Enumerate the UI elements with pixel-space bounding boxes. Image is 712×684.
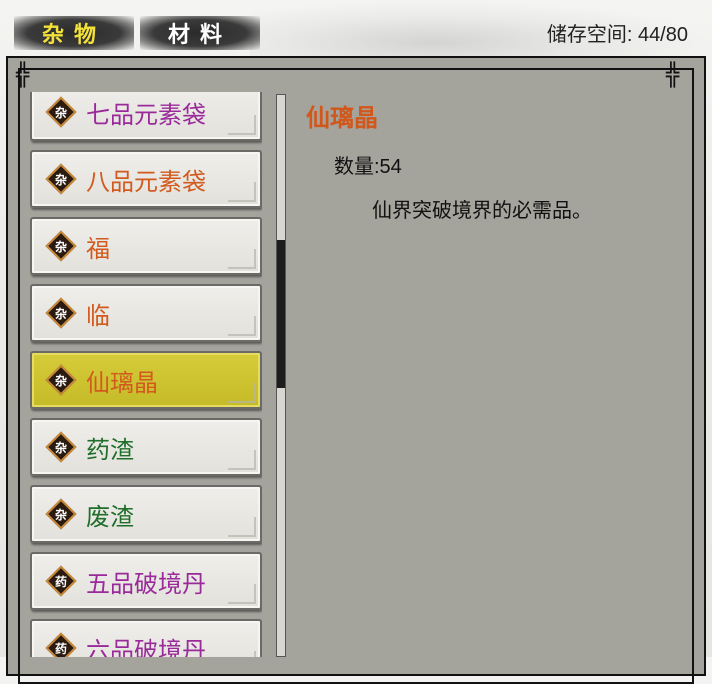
tab-materials[interactable]: 材料 — [140, 16, 260, 50]
item-name: 六品破境丹 — [86, 636, 206, 658]
item-name: 药渣 — [86, 435, 134, 464]
item-type-badge-icon: 杂 — [45, 498, 77, 530]
item-name: 福 — [86, 234, 110, 263]
list-item[interactable]: 杂药渣 — [30, 418, 262, 476]
list-item[interactable]: 杂福 — [30, 217, 262, 275]
corner-pattern-icon — [228, 517, 256, 537]
item-type-badge-icon: 杂 — [45, 431, 77, 463]
item-name: 临 — [86, 301, 110, 330]
corner-pattern-icon — [228, 584, 256, 604]
item-type-badge-icon: 杂 — [45, 96, 77, 128]
list-item[interactable]: 药六品破境丹 — [30, 619, 262, 657]
item-name: 五品破境丹 — [86, 569, 206, 598]
corner-pattern-icon — [228, 316, 256, 336]
detail-title: 仙璃晶 — [306, 103, 378, 132]
detail-description: 仙界突破境界的必需品。 — [372, 200, 592, 222]
item-name: 八品元素袋 — [86, 167, 206, 196]
corner-pattern-icon — [228, 651, 256, 657]
corner-pattern-icon — [228, 383, 256, 403]
list-item[interactable]: 杂七品元素袋 — [30, 92, 262, 141]
item-type-badge-icon: 药 — [45, 565, 77, 597]
item-list: 杂七品元素袋杂八品元素袋杂福杂临杂仙璃晶杂药渣杂废渣药五品破境丹药六品破境丹 — [30, 92, 262, 657]
list-item[interactable]: 药五品破境丹 — [30, 552, 262, 610]
list-item[interactable]: 杂临 — [30, 284, 262, 342]
item-name: 仙璃晶 — [86, 368, 158, 397]
item-type-badge-icon: 药 — [45, 632, 77, 657]
corner-pattern-icon — [228, 115, 256, 135]
item-type-badge-icon: 杂 — [45, 364, 77, 396]
item-name: 废渣 — [86, 502, 134, 531]
list-item[interactable]: 杂仙璃晶 — [30, 351, 262, 409]
corner-pattern-icon — [228, 450, 256, 470]
tab-misc[interactable]: 杂物 — [14, 16, 134, 50]
item-type-badge-icon: 杂 — [45, 230, 77, 262]
corner-pattern-icon — [228, 182, 256, 202]
list-item[interactable]: 杂八品元素袋 — [30, 150, 262, 208]
item-name: 七品元素袋 — [86, 100, 206, 129]
scrollbar-thumb[interactable] — [277, 240, 285, 388]
corner-pattern-icon — [228, 249, 256, 269]
corner-ornament-right: ╬ — [666, 63, 680, 88]
item-type-badge-icon: 杂 — [45, 297, 77, 329]
list-item[interactable]: 杂废渣 — [30, 485, 262, 543]
item-type-badge-icon: 杂 — [45, 163, 77, 195]
detail-quantity: 数量:54 — [334, 156, 402, 178]
storage-capacity: 储存空间: 44/80 — [546, 24, 688, 46]
corner-ornament-left: ╬ — [16, 63, 30, 88]
